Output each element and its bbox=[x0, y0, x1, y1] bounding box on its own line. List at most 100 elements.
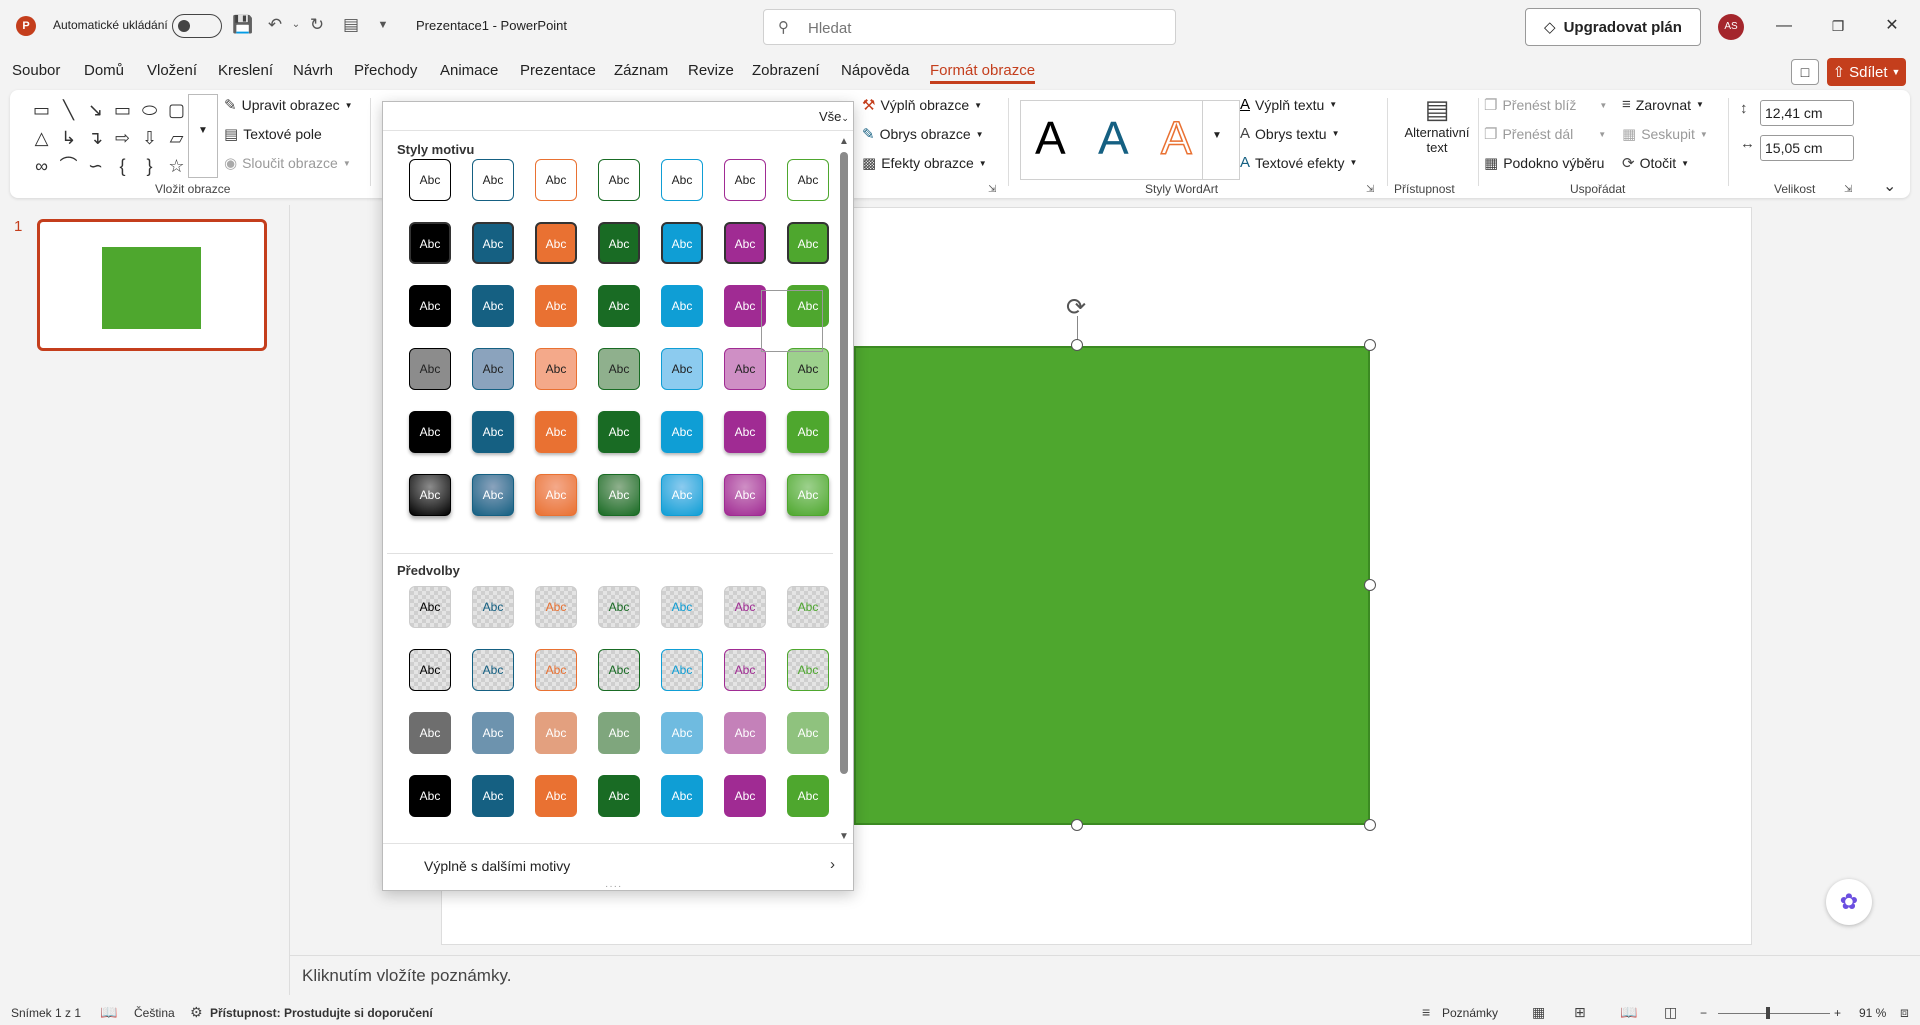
flowchart-shape-icon[interactable]: ▱ bbox=[163, 124, 190, 152]
autosave-toggle[interactable] bbox=[172, 14, 222, 38]
zoom-slider-thumb[interactable] bbox=[1766, 1007, 1770, 1019]
language-label[interactable]: Čeština bbox=[134, 1006, 175, 1020]
comments-icon[interactable]: □ bbox=[1791, 59, 1819, 85]
preset-outline-transparent-0[interactable]: Abc bbox=[409, 649, 451, 691]
style-outline-0[interactable]: Abc bbox=[409, 159, 451, 201]
resize-grip-icon[interactable]: ···· bbox=[605, 881, 622, 892]
style-light-0[interactable]: Abc bbox=[409, 348, 451, 390]
resize-handle-top-right[interactable] bbox=[1364, 339, 1376, 351]
preset-solid-6[interactable]: Abc bbox=[787, 775, 829, 817]
style-solid-5[interactable]: Abc bbox=[724, 285, 766, 327]
style-filled-outline-5[interactable]: Abc bbox=[724, 222, 766, 264]
shape-effects-button[interactable]: ▩ Efekty obrazce ▼ bbox=[862, 154, 987, 172]
slide-sorter-icon[interactable]: ⊞ bbox=[1574, 1004, 1586, 1021]
text-effects-button[interactable]: A Textové efekty ▼ bbox=[1240, 154, 1357, 171]
text-box-button[interactable]: ▤ Textové pole bbox=[224, 125, 322, 143]
style-gradient-1[interactable]: Abc bbox=[472, 411, 514, 453]
tab-review[interactable]: Revize bbox=[688, 62, 734, 79]
arrow-line-shape-icon[interactable]: ↘ bbox=[82, 96, 109, 124]
scroll-thumb[interactable] bbox=[840, 152, 848, 774]
style-gradient-3[interactable]: Abc bbox=[598, 411, 640, 453]
wordart-style-blue[interactable]: A bbox=[1098, 111, 1129, 165]
right-arrow-shape-icon[interactable]: ⇨ bbox=[109, 124, 136, 152]
style-intense-5[interactable]: Abc bbox=[724, 474, 766, 516]
tab-file[interactable]: Soubor bbox=[12, 62, 60, 79]
gallery-filter-dropdown[interactable]: Vše⌄ bbox=[819, 109, 849, 124]
resize-handle-bottom[interactable] bbox=[1071, 819, 1083, 831]
share-button[interactable]: ⇧ Sdílet ▼ bbox=[1827, 58, 1906, 86]
style-outline-3[interactable]: Abc bbox=[598, 159, 640, 201]
preset-solid-3[interactable]: Abc bbox=[598, 775, 640, 817]
undo-dropdown-icon[interactable]: ⌄ bbox=[285, 14, 307, 36]
style-filled-outline-4[interactable]: Abc bbox=[661, 222, 703, 264]
style-light-3[interactable]: Abc bbox=[598, 348, 640, 390]
normal-view-icon[interactable]: ▦ bbox=[1532, 1004, 1545, 1021]
preset-outline-transparent-1[interactable]: Abc bbox=[472, 649, 514, 691]
style-intense-2[interactable]: Abc bbox=[535, 474, 577, 516]
style-light-4[interactable]: Abc bbox=[661, 348, 703, 390]
preset-transparent-0[interactable]: Abc bbox=[409, 586, 451, 628]
style-solid-2[interactable]: Abc bbox=[535, 285, 577, 327]
align-button[interactable]: ≡ Zarovnat ▼ bbox=[1622, 96, 1704, 113]
preset-outline-transparent-6[interactable]: Abc bbox=[787, 649, 829, 691]
wordart-style-orange-outline[interactable]: A bbox=[1160, 111, 1192, 165]
style-intense-4[interactable]: Abc bbox=[661, 474, 703, 516]
resize-handle-right[interactable] bbox=[1364, 579, 1376, 591]
slide-thumbnail[interactable] bbox=[37, 219, 267, 351]
elbow-arrow-shape-icon[interactable]: ↴ bbox=[82, 124, 109, 152]
send-backward-button[interactable]: ❐ Přenést dál ▼ bbox=[1484, 125, 1606, 143]
search-input[interactable] bbox=[808, 17, 1158, 39]
search-box[interactable]: ⚲ bbox=[763, 9, 1176, 45]
resize-handle-bottom-right[interactable] bbox=[1364, 819, 1376, 831]
resize-handle-top[interactable] bbox=[1071, 339, 1083, 351]
style-filled-outline-0[interactable]: Abc bbox=[409, 222, 451, 264]
curve-shape-icon[interactable]: ∽ bbox=[82, 152, 109, 180]
style-light-1[interactable]: Abc bbox=[472, 348, 514, 390]
style-intense-6[interactable]: Abc bbox=[787, 474, 829, 516]
preset-semi-6[interactable]: Abc bbox=[787, 712, 829, 754]
style-solid-3[interactable]: Abc bbox=[598, 285, 640, 327]
preset-outline-transparent-4[interactable]: Abc bbox=[661, 649, 703, 691]
preset-semi-4[interactable]: Abc bbox=[661, 712, 703, 754]
style-filled-outline-3[interactable]: Abc bbox=[598, 222, 640, 264]
tab-view[interactable]: Zobrazení bbox=[752, 62, 820, 79]
preset-solid-0[interactable]: Abc bbox=[409, 775, 451, 817]
preset-outline-transparent-5[interactable]: Abc bbox=[724, 649, 766, 691]
rectangle-shape-icon[interactable]: ▭ bbox=[109, 96, 136, 124]
style-intense-3[interactable]: Abc bbox=[598, 474, 640, 516]
zoom-in-icon[interactable]: + bbox=[1834, 1006, 1841, 1020]
rounded-rectangle-shape-icon[interactable]: ▢ bbox=[163, 96, 190, 124]
style-solid-1[interactable]: Abc bbox=[472, 285, 514, 327]
style-outline-2[interactable]: Abc bbox=[535, 159, 577, 201]
close-icon[interactable]: ✕ bbox=[1880, 14, 1904, 38]
style-gradient-2[interactable]: Abc bbox=[535, 411, 577, 453]
preset-semi-2[interactable]: Abc bbox=[535, 712, 577, 754]
triangle-shape-icon[interactable]: △ bbox=[28, 124, 55, 152]
freeform-shape-icon[interactable]: ∞ bbox=[28, 152, 55, 180]
merge-shapes-button[interactable]: ◉ Sloučit obrazce ▼ bbox=[224, 154, 351, 172]
line-shape-icon[interactable]: ╲ bbox=[55, 96, 82, 124]
tab-help[interactable]: Nápověda bbox=[841, 62, 909, 79]
shape-fill-button[interactable]: ⚒ Výplň obrazce ▼ bbox=[862, 96, 982, 114]
dialog-launcher-icon[interactable]: ⇲ bbox=[1844, 184, 1852, 195]
restore-icon[interactable]: ❐ bbox=[1826, 14, 1850, 38]
customize-toolbar-icon[interactable]: ▼ bbox=[372, 14, 394, 36]
style-filled-outline-6[interactable]: Abc bbox=[787, 222, 829, 264]
fit-slide-icon[interactable]: ⧈ bbox=[1900, 1004, 1909, 1021]
accessibility-status[interactable]: Přístupnost: Prostudujte si doporučení bbox=[210, 1006, 433, 1020]
style-outline-5[interactable]: Abc bbox=[724, 159, 766, 201]
zoom-out-icon[interactable]: − bbox=[1700, 1006, 1707, 1020]
zoom-slider[interactable] bbox=[1718, 1013, 1830, 1014]
oval-shape-icon[interactable]: ⬭ bbox=[136, 96, 163, 124]
edit-shape-button[interactable]: ✎ Upravit obrazec ▼ bbox=[224, 96, 353, 114]
tab-draw[interactable]: Kreslení bbox=[218, 62, 273, 79]
left-brace-shape-icon[interactable]: { bbox=[109, 152, 136, 180]
scroll-down-icon[interactable]: ▼ bbox=[839, 831, 849, 842]
tab-shape-format[interactable]: Formát obrazce bbox=[930, 62, 1036, 84]
tab-design[interactable]: Návrh bbox=[293, 62, 333, 79]
right-brace-shape-icon[interactable]: } bbox=[136, 152, 163, 180]
style-gradient-6[interactable]: Abc bbox=[787, 411, 829, 453]
preset-transparent-1[interactable]: Abc bbox=[472, 586, 514, 628]
preset-outline-transparent-3[interactable]: Abc bbox=[598, 649, 640, 691]
copilot-icon[interactable]: ✿ bbox=[1826, 879, 1872, 925]
